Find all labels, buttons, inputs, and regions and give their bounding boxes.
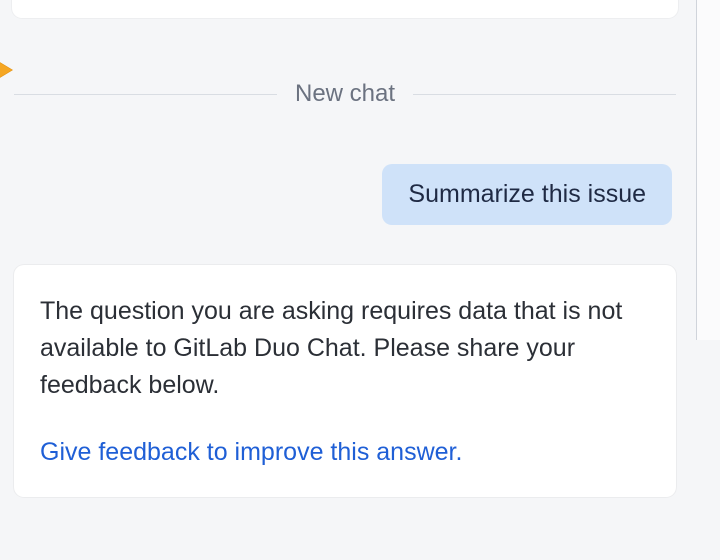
divider-line-left <box>14 94 277 95</box>
chat-panel: New chat Summarize this issue The questi… <box>0 0 690 560</box>
assistant-message-card: The question you are asking requires dat… <box>14 265 676 497</box>
assistant-message-text: The question you are asking requires dat… <box>40 293 650 404</box>
user-message-bubble: Summarize this issue <box>382 164 672 225</box>
give-feedback-link[interactable]: Give feedback to improve this answer. <box>40 438 462 467</box>
previous-message-edge <box>12 0 678 18</box>
new-chat-label: New chat <box>295 80 395 108</box>
divider-line-right <box>413 94 676 95</box>
new-chat-divider: New chat <box>14 80 676 108</box>
user-message-text: Summarize this issue <box>408 180 646 208</box>
right-rail <box>696 0 720 340</box>
user-message-row: Summarize this issue <box>10 164 680 225</box>
pointer-right-icon <box>0 58 12 82</box>
